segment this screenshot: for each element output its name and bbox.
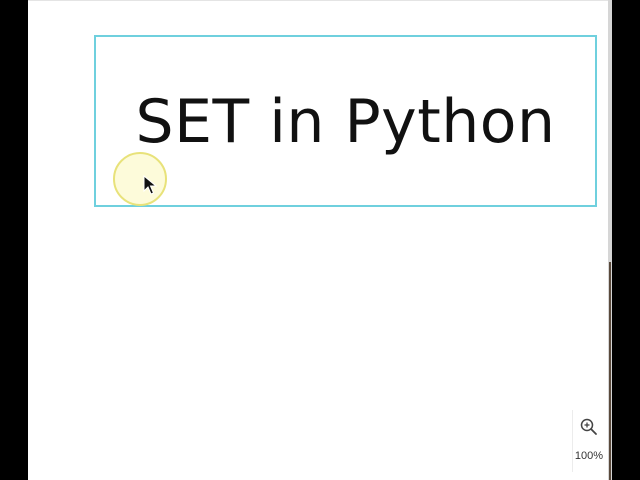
window-edge-divider [608, 0, 612, 480]
zoom-level-label: 100% [574, 450, 604, 462]
title-textbox[interactable]: SET in Python [94, 35, 597, 207]
mouse-pointer-icon [143, 175, 158, 195]
screen: SET in Python 100% [0, 0, 640, 480]
zoom-in-icon[interactable] [578, 416, 600, 438]
zoom-control: 100% [572, 410, 605, 472]
slide-canvas: SET in Python [28, 0, 608, 480]
slide-title: SET in Python [135, 87, 556, 157]
